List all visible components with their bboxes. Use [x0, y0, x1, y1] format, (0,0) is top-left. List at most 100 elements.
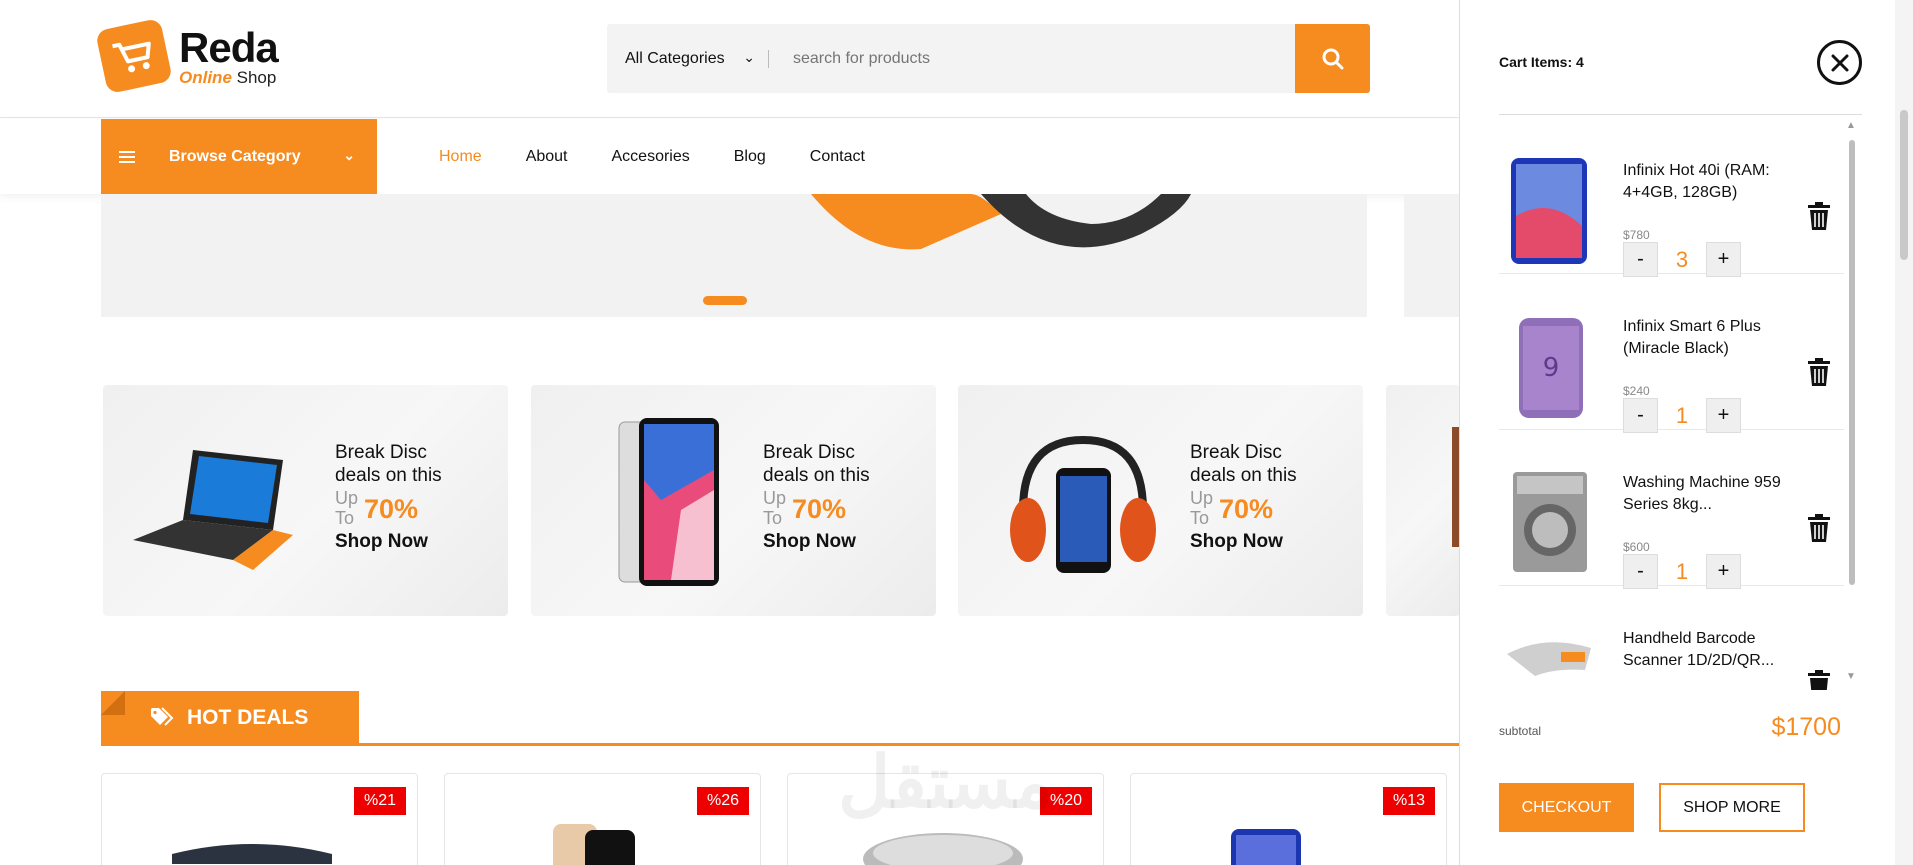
promo-to: To [335, 508, 355, 528]
nav-link-blog[interactable]: Blog [734, 148, 766, 166]
promo-line2: deals on this [1190, 465, 1297, 486]
decrease-qty-button[interactable]: - [1623, 242, 1658, 277]
tag-icon [151, 707, 174, 726]
page: Reda Online Shop All Categories ⌄ Browse… [0, 0, 1913, 865]
cart-divider [1499, 114, 1862, 115]
cart-item: Washing Machine 959 Series 8kg... $600 -… [1499, 430, 1844, 589]
iphone-image [553, 824, 635, 865]
nav-link-accesories[interactable]: Accesories [612, 148, 690, 166]
cart-scrollbar[interactable]: ▲ ▼ [1846, 120, 1858, 690]
product-thumb-phone-blue [1511, 158, 1587, 264]
navbar: Browse Category ⌄ Home About Accesories … [0, 119, 1460, 194]
decrease-qty-button[interactable]: - [1623, 398, 1658, 433]
product-thumb-barcode-scanner [1507, 642, 1591, 676]
trash-icon[interactable] [1807, 514, 1831, 542]
product-thumb-washing-machine [1513, 472, 1587, 572]
cart-item: 9 Infinix Smart 6 Plus (Miracle Black) $… [1499, 274, 1844, 433]
promo-line1: Break Disc [763, 442, 855, 463]
trash-icon[interactable] [1807, 670, 1831, 690]
discount-badge: %13 [1382, 787, 1435, 815]
promo-up: Up [1190, 488, 1214, 508]
promo-card-laptop[interactable]: Break Disc deals on this Up To 70% Shop No… [103, 385, 508, 616]
increase-qty-button[interactable]: + [1706, 554, 1741, 589]
promo-percent: 70% [364, 493, 419, 524]
search-button[interactable] [1295, 24, 1370, 93]
nav-link-contact[interactable]: Contact [810, 148, 865, 166]
product-card[interactable]: %26 [444, 773, 761, 865]
hot-deals-tab: HOT DEALS [101, 691, 359, 744]
nav-link-about[interactable]: About [526, 148, 568, 166]
decrease-qty-button[interactable]: - [1623, 554, 1658, 589]
promo-card-tablet[interactable]: Break Disc deals on this Up To 70% Shop No… [531, 385, 936, 616]
cart-title: Cart Items: 4 [1499, 54, 1584, 70]
promo-card-partial[interactable] [1386, 385, 1460, 616]
promo-shop-now-link[interactable]: Shop Now [335, 530, 442, 553]
watermark: مستقل [838, 743, 1054, 823]
slider-dot-active[interactable] [703, 296, 747, 305]
quantity-stepper: - 1 + [1623, 398, 1741, 433]
scroll-down-arrow-icon[interactable]: ▼ [1846, 671, 1856, 682]
page-scrollbar[interactable] [1895, 0, 1913, 865]
product-card[interactable]: %13 [1130, 773, 1447, 865]
promo-card-headphones[interactable]: Break Disc deals on this Up To 70% Shop No… [958, 385, 1363, 616]
scroll-up-arrow-icon[interactable]: ▲ [1846, 120, 1856, 131]
cart-scrollbar-thumb[interactable] [1849, 140, 1855, 585]
hamburger-icon [119, 148, 135, 166]
header: Reda Online Shop All Categories ⌄ [0, 0, 1460, 118]
headphones-image [1010, 435, 1156, 573]
cart-item-name: Washing Machine 959 Series 8kg... [1623, 474, 1781, 513]
cart-item: Infinix Hot 40i (RAM: 4+4GB, 128GB) $780… [1499, 118, 1844, 277]
quantity-value: 1 [1675, 558, 1689, 584]
shop-more-button[interactable]: SHOP MORE [1659, 783, 1805, 832]
chevron-down-icon: ⌄ [343, 147, 355, 163]
brand-sub-rest: Shop [236, 67, 277, 87]
cart-item-name: Handheld Barcode Scanner 1D/2D/QR... [1623, 630, 1775, 669]
checkout-button[interactable]: CHECKOUT [1499, 783, 1634, 832]
promo-line2: deals on this [763, 465, 870, 486]
svg-text:9: 9 [1543, 353, 1560, 383]
hero-slide-next [1404, 194, 1464, 317]
nav-link-home[interactable]: Home [439, 148, 482, 166]
promo-line1: Break Disc [1190, 442, 1282, 463]
trash-icon[interactable] [1807, 358, 1831, 386]
cart-item-list[interactable]: Infinix Hot 40i (RAM: 4+4GB, 128GB) $780… [1499, 118, 1844, 690]
category-select-value: All Categories [625, 49, 725, 67]
discount-badge: %21 [353, 787, 406, 815]
promo-shop-now-link[interactable]: Shop Now [763, 530, 870, 553]
trash-icon[interactable] [1807, 202, 1831, 230]
increase-qty-button[interactable]: + [1706, 398, 1741, 433]
increase-qty-button[interactable]: + [1706, 242, 1741, 277]
promo-line2: deals on this [335, 465, 442, 486]
promo-shop-now-link[interactable]: Shop Now [1190, 530, 1297, 553]
tablet-image [618, 418, 719, 586]
page-scrollbar-thumb[interactable] [1900, 110, 1908, 260]
category-select[interactable]: All Categories ⌄ [607, 24, 769, 93]
close-icon [1831, 54, 1848, 71]
close-cart-button[interactable] [1817, 40, 1862, 85]
quantity-stepper: - 1 + [1623, 554, 1741, 589]
cart-drawer: Cart Items: 4 Infinix Hot 40i (RAM: 4+4G… [1459, 0, 1895, 865]
cart-item-price: $240 [1623, 384, 1650, 398]
promo-up: Up [335, 488, 359, 508]
cart-item-price: $600 [1623, 540, 1650, 554]
promo-line1: Break Disc [335, 442, 427, 463]
promo-to: To [1190, 508, 1210, 528]
quantity-value: 3 [1675, 246, 1689, 272]
brand-name: Reda [179, 23, 279, 71]
subtotal-value: $1700 [1771, 713, 1841, 741]
product-thumb-phone-purple: 9 [1519, 318, 1583, 418]
brand-sub-highlight: Online [179, 67, 232, 87]
browse-category-label: Browse Category [169, 147, 301, 165]
quantity-value: 1 [1675, 402, 1689, 428]
product-card[interactable]: %21 [101, 773, 418, 865]
logo[interactable]: Reda Online Shop [95, 17, 279, 95]
promo-to: To [763, 508, 783, 528]
quantity-stepper: - 3 + [1623, 242, 1741, 277]
browse-category-button[interactable]: Browse Category ⌄ [101, 119, 377, 194]
hot-deals-title: HOT DEALS [187, 705, 309, 729]
promo-percent: 70% [1219, 493, 1274, 524]
scanner-image [863, 833, 1023, 865]
search-input[interactable] [769, 24, 1295, 93]
promo-up: Up [763, 488, 787, 508]
nav-links: Home About Accesories Blog Contact [439, 119, 865, 194]
